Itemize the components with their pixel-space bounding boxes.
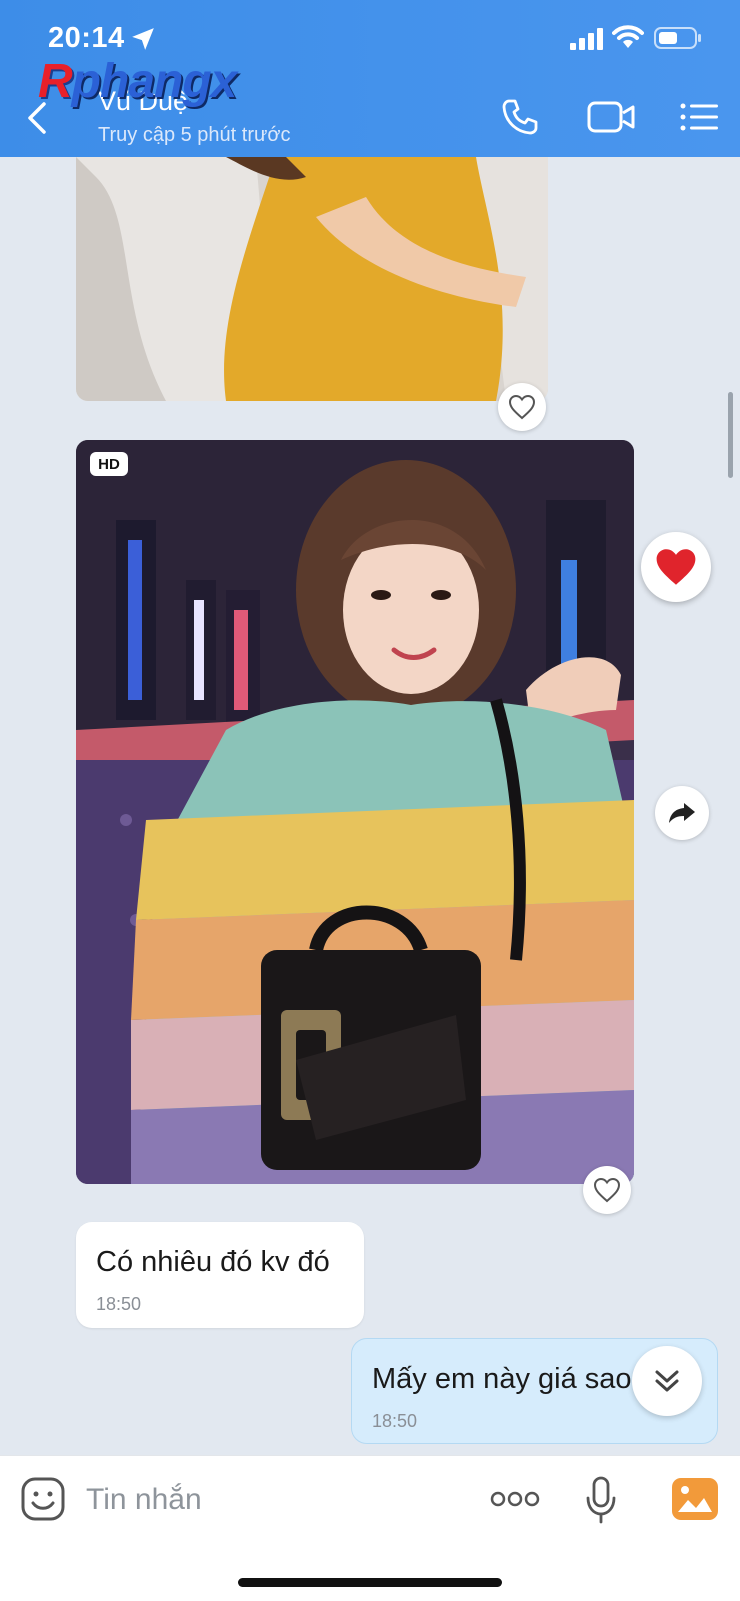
scroll-to-bottom-button[interactable] (632, 1346, 702, 1416)
heart-outline-icon (508, 394, 536, 420)
share-arrow-icon (669, 803, 695, 823)
message-composer (0, 1455, 740, 1601)
more-options-icon[interactable] (490, 1490, 540, 1508)
message-text: Có nhiêu đó kv đó (96, 1246, 330, 1278)
react-heart-button-2[interactable] (583, 1166, 631, 1214)
home-indicator (238, 1578, 502, 1587)
battery-icon (654, 27, 701, 49)
chat-header: 20:14 Vũ Duệ Truy cập 5 phút trước Rphan… (0, 0, 740, 157)
heart-filled-icon (656, 549, 696, 585)
sticker-emoji-icon[interactable] (20, 1476, 66, 1522)
video-call-icon[interactable] (587, 100, 635, 134)
status-time: 20:14 (48, 22, 125, 54)
message-time: 18:50 (372, 1411, 418, 1431)
scrollbar-thumb[interactable] (728, 392, 733, 478)
message-input[interactable] (84, 1474, 448, 1526)
options-menu-icon[interactable] (680, 102, 720, 132)
heart-outline-icon (593, 1177, 621, 1203)
cellular-signal-icon (570, 28, 603, 50)
incoming-message[interactable]: Có nhiêu đó kv đó 18:50 (76, 1222, 364, 1328)
watermark-text: phangx (71, 55, 238, 108)
hd-badge: HD (90, 452, 128, 476)
double-chevron-down-icon (655, 1370, 679, 1392)
location-arrow-icon (132, 28, 154, 50)
photo-message-1[interactable] (76, 157, 548, 401)
react-heart-button-1[interactable] (498, 383, 546, 431)
wifi-icon (612, 25, 644, 48)
forward-share-button[interactable] (655, 786, 709, 840)
message-text: Mấy em này giá sao (372, 1363, 632, 1395)
photo-message-2[interactable] (76, 440, 634, 1184)
phone-call-icon[interactable] (500, 97, 540, 137)
contact-last-seen: Truy cập 5 phút trước (98, 124, 291, 146)
photo-gallery-icon[interactable] (672, 1478, 718, 1520)
message-time: 18:50 (96, 1294, 142, 1314)
heart-reaction[interactable] (641, 532, 711, 602)
microphone-icon[interactable] (584, 1476, 618, 1524)
watermark-letter: R (38, 55, 73, 108)
watermark-logo: Rphangx (38, 55, 238, 108)
